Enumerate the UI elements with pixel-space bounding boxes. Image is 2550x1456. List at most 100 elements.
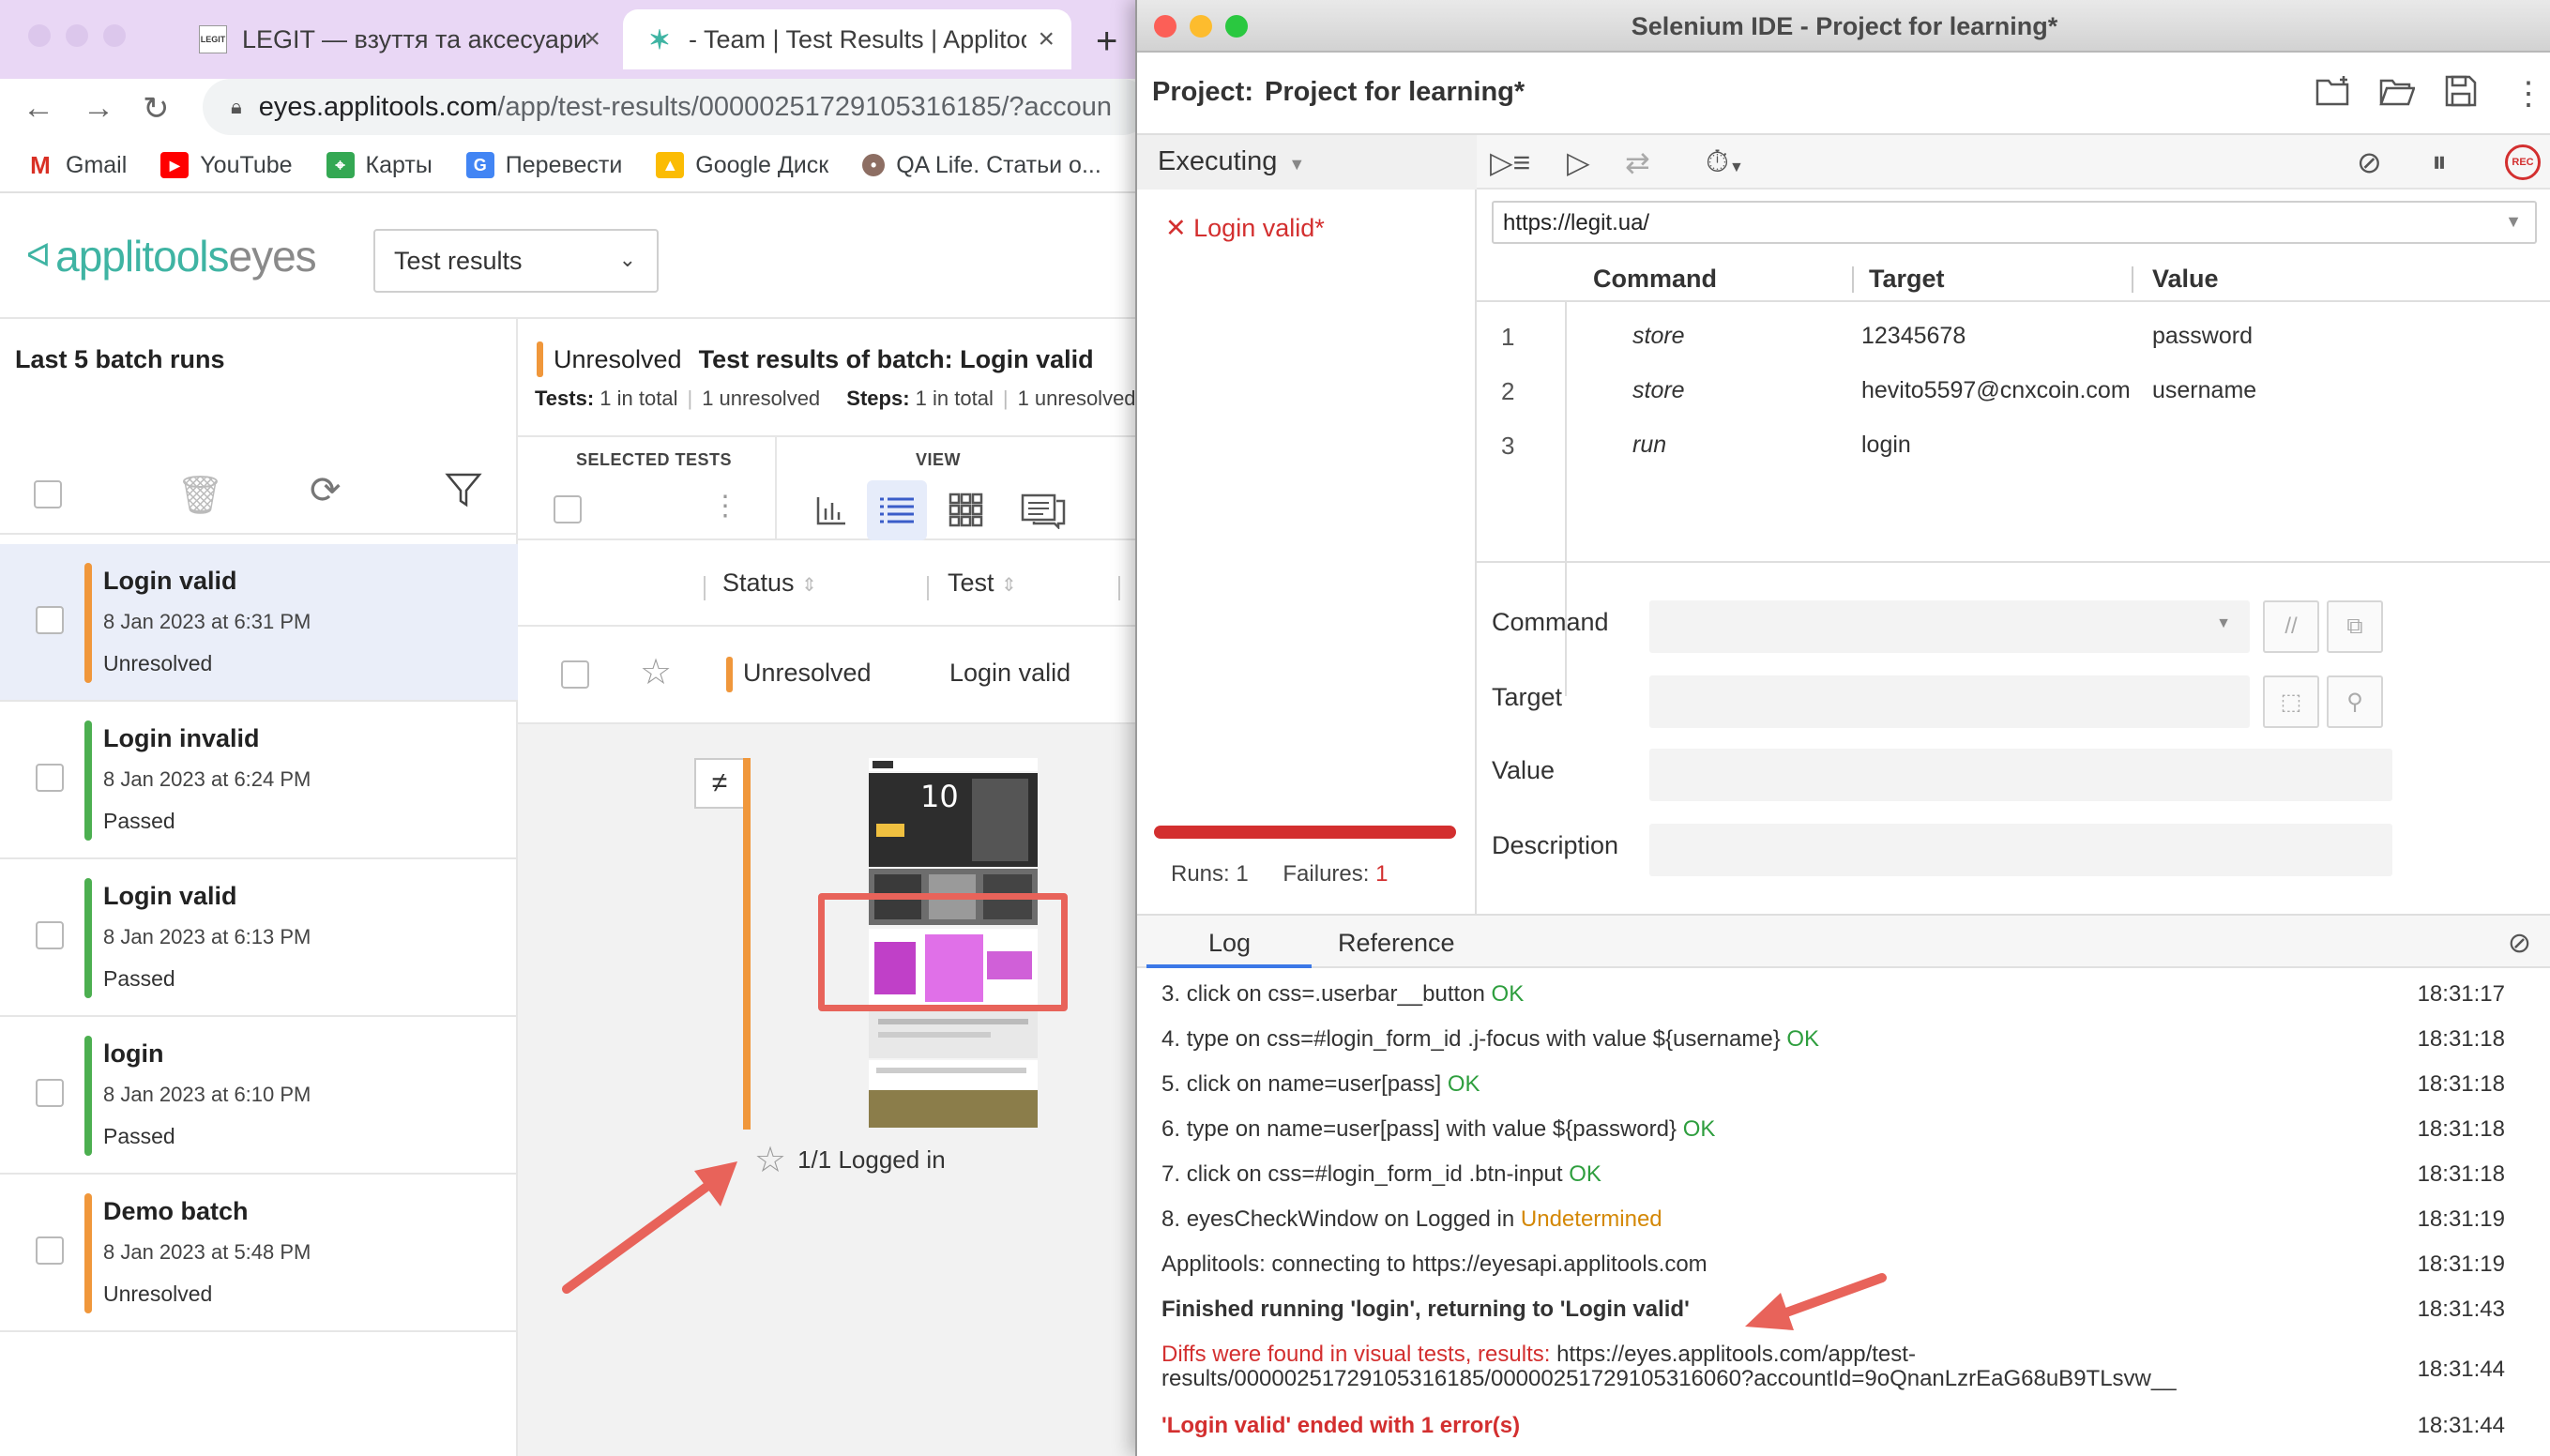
command-value: password: [2152, 323, 2253, 349]
batch-item[interactable]: Login valid 8 Jan 2023 at 6:31 PM Unreso…: [0, 544, 518, 702]
reload-icon[interactable]: ↻: [143, 90, 170, 128]
step-status-bar: [743, 758, 751, 1130]
not-equal-icon[interactable]: ≠: [694, 758, 745, 809]
star-icon[interactable]: ☆: [640, 651, 672, 693]
forward-icon[interactable]: →: [83, 90, 114, 127]
window-zoom-dot[interactable]: [103, 24, 126, 47]
tab-close-icon[interactable]: ×: [1038, 23, 1055, 55]
step-caption: ☆ 1/1 Logged in: [754, 1139, 946, 1181]
batch-checkbox[interactable]: [36, 764, 64, 792]
log-link[interactable]: results/00000251729105316185/00000251729…: [1161, 1366, 2372, 1392]
log-link[interactable]: https://eyes.applitools.com/app/test-: [1550, 1342, 1916, 1367]
run-all-tests-icon[interactable]: ▷≡: [1490, 144, 1530, 180]
open-reference-icon[interactable]: ⧉: [2327, 600, 2383, 653]
star-icon[interactable]: ☆: [754, 1139, 786, 1181]
filter-icon[interactable]: [445, 471, 482, 518]
command-row[interactable]: 2 store hevito5597@cnxcoin.com username: [1477, 364, 2550, 418]
batch-summary: Unresolved Test results of batch: Login v…: [518, 319, 1145, 435]
batch-status-bar: [84, 1193, 92, 1313]
view-select[interactable]: Test results ⌄: [373, 229, 659, 293]
bookmark-label: Перевести: [505, 151, 623, 178]
close-window-dot[interactable]: [1154, 15, 1176, 38]
value-input[interactable]: [1649, 749, 2392, 801]
batch-checkbox[interactable]: [36, 606, 64, 634]
minimize-window-dot[interactable]: [1190, 15, 1212, 38]
refresh-icon[interactable]: ⟳: [310, 469, 342, 512]
list-view-icon[interactable]: [867, 480, 927, 540]
new-tab-icon[interactable]: +: [1096, 21, 1117, 63]
disable-breakpoints-icon[interactable]: ⊘: [2357, 144, 2382, 180]
command-number: 3: [1501, 432, 1515, 460]
batch-checkbox[interactable]: [36, 1236, 64, 1265]
bookmark-maps[interactable]: ⌖ Карты: [326, 152, 433, 179]
tests-panel: Executing ▼ ✕ Login valid* Runs: 1 Failur…: [1137, 135, 1477, 914]
clear-log-icon[interactable]: ⊘: [2508, 927, 2531, 960]
open-project-icon[interactable]: [2379, 75, 2416, 115]
batch-checkbox[interactable]: [36, 921, 64, 949]
save-project-icon[interactable]: [2445, 75, 2477, 115]
table-row[interactable]: ☆ Unresolved Login valid: [518, 627, 1145, 724]
command-number: 1: [1501, 323, 1515, 351]
comments-view-icon[interactable]: [1013, 480, 1073, 540]
col-status-header[interactable]: Status ⇕: [722, 569, 817, 598]
base-url-field[interactable]: https://legit.ua/ ▼: [1492, 201, 2537, 244]
run-toolbar: ▷≡ ▷ ⇄ ⏱︎▼ ⊘ ⏸︎ REC: [1477, 135, 2550, 190]
batch-item[interactable]: Login invalid 8 Jan 2023 at 6:24 PM Pass…: [0, 702, 518, 859]
target-input[interactable]: [1649, 675, 2250, 728]
more-vertical-icon[interactable]: ⋮: [2512, 75, 2544, 113]
pause-icon[interactable]: ⏸︎: [2432, 144, 2447, 180]
select-tests-checkbox[interactable]: [554, 495, 582, 523]
tab-applitools[interactable]: ✶ - Team | Test Results | Applitoo ×: [623, 9, 1071, 69]
command-input[interactable]: ▼: [1649, 600, 2250, 653]
bookmark-gmail[interactable]: M Gmail: [26, 151, 127, 179]
tab-close-icon[interactable]: ×: [584, 23, 600, 55]
error-x-icon: ✕: [1165, 214, 1187, 242]
command-row[interactable]: 3 run login: [1477, 418, 2550, 473]
grid-view-icon[interactable]: [936, 480, 996, 540]
tab-log[interactable]: Log: [1208, 929, 1251, 958]
description-input[interactable]: [1649, 824, 2392, 876]
view-select-value: Test results: [394, 246, 523, 275]
command-row[interactable]: 1 store 12345678 password: [1477, 310, 2550, 364]
run-current-test-icon[interactable]: ▷: [1567, 144, 1590, 180]
executing-dropdown[interactable]: Executing ▼: [1137, 135, 1477, 190]
zoom-window-dot[interactable]: [1225, 15, 1248, 38]
bookmark-qa-life[interactable]: • QA Life. Статьи о...: [862, 152, 1101, 179]
select-all-checkbox[interactable]: [34, 480, 62, 508]
batch-item[interactable]: login 8 Jan 2023 at 6:10 PM Passed: [0, 1017, 518, 1175]
log-entry: 8. eyesCheckWindow on Logged in Undeterm…: [1161, 1206, 1662, 1232]
row-status-bar: [726, 657, 733, 692]
more-vertical-icon[interactable]: ⋮: [711, 490, 739, 523]
select-target-icon[interactable]: ⬚: [2263, 675, 2319, 728]
bookmark-translate[interactable]: G Перевести: [465, 151, 623, 179]
url-field[interactable]: 🔒︎ eyes.applitools.com/app/test-results/…: [203, 79, 1150, 135]
tab-reference[interactable]: Reference: [1338, 929, 1455, 958]
back-icon[interactable]: ←: [23, 90, 54, 127]
applitools-logo-icon: ᐊ: [26, 238, 51, 274]
batch-sidebar: Last 5 batch runs 🗑︎ ⟳ Login valid 8 Jan…: [0, 319, 518, 1456]
chart-view-icon[interactable]: [801, 480, 861, 540]
tab-legit-label: LEGIT — взуття та аксесуари: [242, 24, 588, 53]
batch-date: 8 Jan 2023 at 6:10 PM: [103, 1083, 311, 1106]
batch-item[interactable]: Login valid 8 Jan 2023 at 6:13 PM Passed: [0, 859, 518, 1017]
editor-command-label: Command: [1492, 608, 1609, 636]
step-over-icon[interactable]: ⇄: [1625, 144, 1650, 180]
comment-toggle-icon[interactable]: //: [2263, 600, 2319, 653]
bookmark-youtube[interactable]: ▶ YouTube: [160, 152, 293, 179]
bookmark-drive[interactable]: ▲ Google Диск: [656, 152, 828, 179]
trash-icon[interactable]: 🗑︎: [176, 473, 224, 517]
find-target-icon[interactable]: ⚲: [2327, 675, 2383, 728]
test-item-failed[interactable]: ✕ Login valid*: [1165, 214, 1325, 243]
new-project-icon[interactable]: [2315, 75, 2351, 115]
applitools-logo[interactable]: ᐊ applitools eyes: [26, 231, 317, 281]
col-test-header[interactable]: Test ⇕: [948, 569, 1017, 598]
tab-legit[interactable]: LEGIT LEGIT — взуття та аксесуари ×: [176, 9, 617, 69]
project-name[interactable]: Project for learning*: [1265, 77, 1525, 107]
speed-timer-icon[interactable]: ⏱︎▼: [1706, 144, 1744, 180]
record-icon[interactable]: REC: [2505, 144, 2541, 180]
batch-item[interactable]: Demo batch 8 Jan 2023 at 5:48 PM Unresol…: [0, 1175, 518, 1332]
row-checkbox[interactable]: [561, 660, 589, 689]
batch-checkbox[interactable]: [36, 1079, 64, 1107]
window-close-dot[interactable]: [28, 24, 51, 47]
window-minimize-dot[interactable]: [66, 24, 88, 47]
